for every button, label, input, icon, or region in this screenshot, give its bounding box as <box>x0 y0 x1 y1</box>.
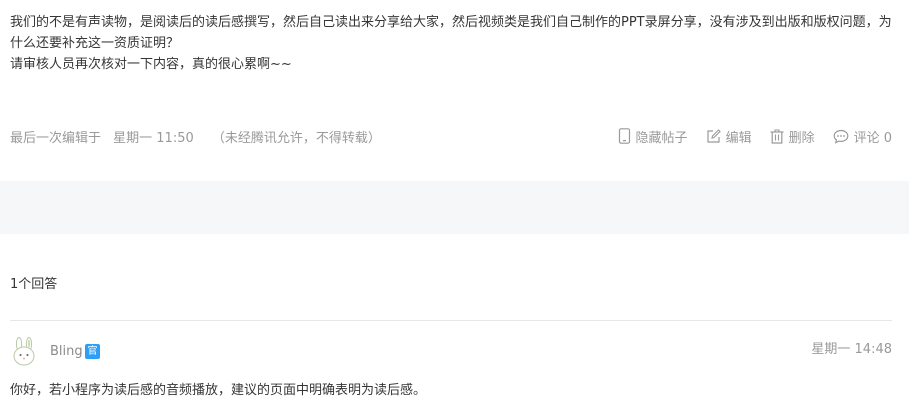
post-content: 我们的不是有声读物，是阅读后的读后感撰写，然后自己读出来分享给大家，然后视频类是… <box>10 12 895 75</box>
section-separator <box>0 181 909 234</box>
edit-label: 编辑 <box>725 130 752 146</box>
divider <box>10 320 892 321</box>
speech-bubble-icon <box>833 129 848 144</box>
reply-item: Bling 官 星期一 14:48 <box>10 335 892 369</box>
phone-icon <box>618 128 630 144</box>
reply-time: 星期一 14:48 <box>811 342 892 357</box>
official-badge: 官 <box>85 344 100 359</box>
post-meta: 最后一次编辑于 星期一 11:50 （未经腾讯允许，不得转载） 隐藏帖子 编辑 <box>10 126 892 146</box>
delete-button[interactable]: 删除 <box>770 127 815 146</box>
comment-button[interactable]: 评论 0 <box>833 127 892 146</box>
post-content-line-1: 我们的不是有声读物，是阅读后的读后感撰写，然后自己读出来分享给大家，然后视频类是… <box>10 15 892 51</box>
post-actions: 隐藏帖子 编辑 删除 评论 0 <box>600 127 892 146</box>
pencil-square-icon <box>706 128 721 143</box>
edit-button[interactable]: 编辑 <box>706 127 752 146</box>
reply-content: 你好，若小程序为读后感的音频播放，建议的页面中明确表明为读后感。 <box>10 383 427 398</box>
hide-post-button[interactable]: 隐藏帖子 <box>618 127 688 146</box>
replier-name[interactable]: Bling <box>50 344 83 359</box>
edited-time: 星期一 11:50 <box>113 130 194 146</box>
delete-label: 删除 <box>788 130 815 146</box>
comment-label: 评论 0 <box>853 130 892 146</box>
copyright-note: （未经腾讯允许，不得转载） <box>211 130 381 146</box>
hide-post-label: 隐藏帖子 <box>635 130 688 146</box>
post-content-line-2: 请审核人员再次核对一下内容，真的很心累啊~~ <box>10 57 292 72</box>
edited-label: 最后一次编辑于 <box>10 130 102 146</box>
answers-count: 1个回答 <box>10 277 58 292</box>
post-card: 我们的不是有声读物，是阅读后的读后感撰写，然后自己读出来分享给大家，然后视频类是… <box>0 0 909 181</box>
rabbit-avatar[interactable] <box>10 337 38 367</box>
trash-icon <box>770 128 784 144</box>
edit-info: 最后一次编辑于 星期一 11:50 （未经腾讯允许，不得转载） <box>10 127 381 146</box>
